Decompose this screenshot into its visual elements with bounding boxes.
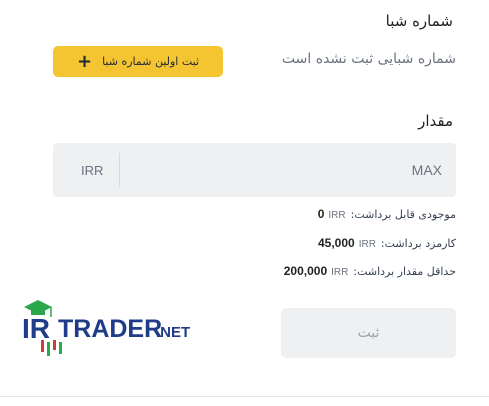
- currency-label: IRR: [81, 162, 104, 178]
- add-first-sheba-button[interactable]: ثبت اولین شماره شبا +: [53, 46, 223, 77]
- withdraw-fee-currency: IRR: [358, 239, 376, 250]
- bottom-divider: [0, 396, 489, 397]
- sheba-empty-message: شماره شبایی ثبت نشده است: [281, 51, 456, 67]
- min-withdraw-value: 200,000: [283, 264, 328, 278]
- submit-button[interactable]: ثبت: [281, 308, 456, 358]
- withdrawable-balance-label: موجودی قابل برداشت:: [350, 208, 456, 221]
- svg-text:.NET: .NET: [156, 324, 190, 341]
- withdrawable-balance-currency: IRR: [328, 210, 346, 221]
- withdraw-fee-label: کارمزد برداشت:: [380, 237, 456, 250]
- amount-input[interactable]: MAX IRR: [53, 143, 456, 197]
- svg-text:TRADER: TRADER: [58, 315, 162, 343]
- amount-divider: [119, 153, 120, 187]
- plus-icon: +: [76, 50, 93, 72]
- amount-section-title: مقدار: [418, 112, 453, 130]
- withdraw-form: شماره شبا شماره شبایی ثبت نشده است ثبت ا…: [0, 0, 489, 406]
- withdraw-fee-value: 45,000: [317, 236, 355, 250]
- svg-text:IR: IR: [22, 313, 50, 344]
- add-first-sheba-label: ثبت اولین شماره شبا: [102, 55, 200, 68]
- sheba-section-title: شماره شبا: [385, 12, 453, 30]
- withdraw-fee-row: کارمزد برداشت: IRR 45,000: [318, 236, 456, 250]
- min-withdraw-row: حداقل مقدار برداشت: IRR 200,000: [284, 264, 456, 278]
- min-withdraw-label: حداقل مقدار برداشت:: [353, 265, 456, 278]
- withdrawable-balance-value: 0: [317, 207, 325, 221]
- withdrawable-balance-row: موجودی قابل برداشت: IRR 0: [318, 207, 456, 221]
- max-button[interactable]: MAX: [412, 143, 442, 197]
- irtrader-logo: IR TRADER .NET: [20, 298, 195, 358]
- submit-button-label: ثبت: [357, 325, 380, 341]
- min-withdraw-currency: IRR: [331, 267, 349, 278]
- irtrader-logo-graphic: IR TRADER .NET: [22, 300, 190, 356]
